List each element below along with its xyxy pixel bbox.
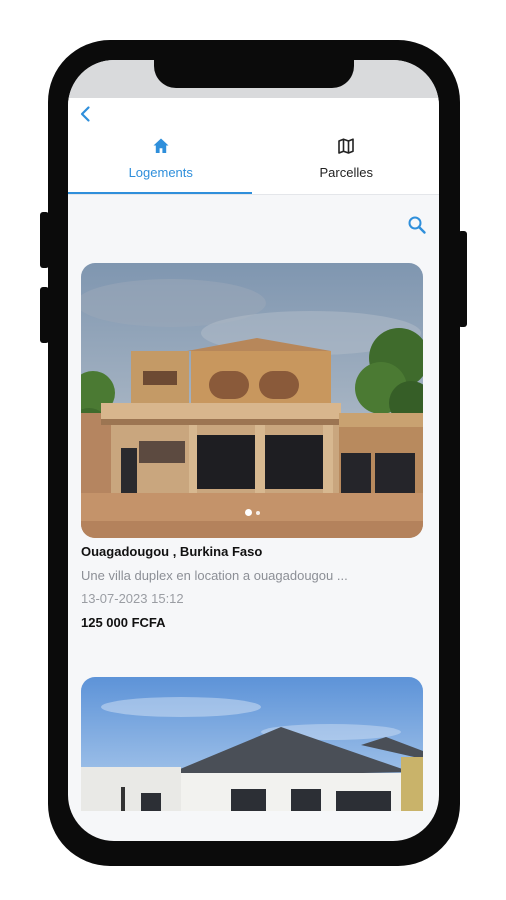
active-tab-indicator [68,192,252,194]
map-icon [338,138,355,154]
carousel-indicator [81,504,423,522]
tab-logements-label: Logements [128,165,193,180]
carousel-dot-active[interactable] [244,509,252,517]
search-icon [408,216,426,234]
tab-logements[interactable]: Logements [68,128,254,194]
listing-description: Une villa duplex en location a ouagadoug… [81,568,348,583]
house-photo [81,263,423,538]
tab-parcelles-label: Parcelles [319,165,373,180]
app-bar [68,98,439,128]
listing-location: Ouagadougou , Burkina Faso [81,544,263,559]
back-button[interactable] [76,104,96,124]
home-icon [153,138,169,153]
phone-notch [154,60,354,88]
listing-date: 13-07-2023 15:12 [81,591,184,606]
back-arrow-icon [80,106,90,122]
listing-price: 125 000 FCFA [81,615,166,630]
listing-card-details[interactable]: Ouagadougou , Burkina Faso Une villa dup… [81,542,423,633]
search-button[interactable] [406,214,428,236]
phone-screen: Logements Parcelles Ouagadougou , Burkin… [68,60,439,841]
tab-bar: Logements Parcelles [68,128,439,195]
carousel-dot[interactable] [255,510,260,515]
house-photo-2 [81,677,423,811]
listing-image-carousel[interactable] [81,263,423,538]
listing-image-carousel-2[interactable] [81,677,423,811]
tab-parcelles[interactable]: Parcelles [254,128,440,194]
